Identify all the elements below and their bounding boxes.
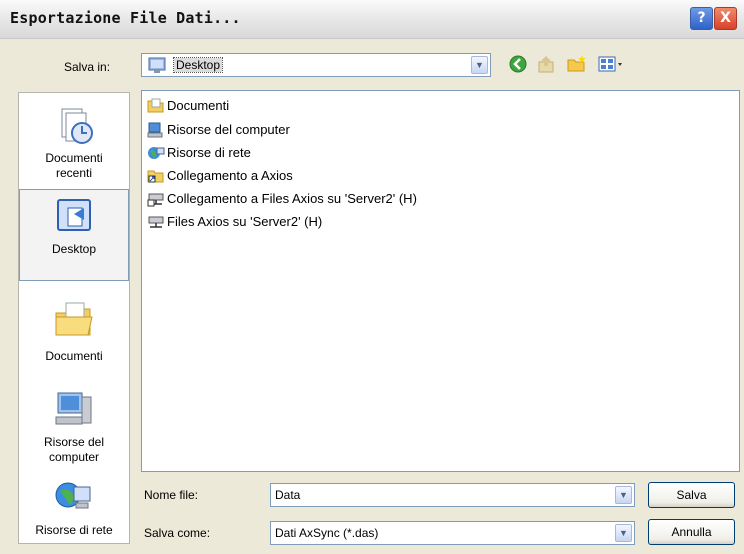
savetype-dropdown[interactable]: Dati AxSync (*.das) ▼ <box>270 521 635 545</box>
file-name: Collegamento a Files Axios su 'Server2' … <box>167 190 417 206</box>
place-label: Desktop <box>51 242 97 256</box>
place-label: Documenti recenti <box>45 151 103 180</box>
file-name: Risorse del computer <box>167 121 290 137</box>
savetype-label: Salva come: <box>144 526 211 540</box>
file-name: Files Axios su 'Server2' (H) <box>167 213 323 229</box>
list-item[interactable]: Documenti <box>147 96 229 114</box>
up-folder-icon[interactable] <box>536 54 558 76</box>
chevron-down-icon[interactable]: ▼ <box>615 524 632 542</box>
new-folder-icon[interactable] <box>566 54 588 76</box>
place-my-computer[interactable]: Risorse del computer <box>19 389 129 465</box>
cancel-button[interactable]: Annulla <box>648 519 735 545</box>
save-in-label: Salva in: <box>64 60 111 74</box>
filename-input[interactable]: Data ▼ <box>270 483 635 507</box>
place-label: Risorse di rete <box>35 523 113 537</box>
documents-folder-icon <box>52 299 96 341</box>
place-documents[interactable]: Documenti <box>19 299 129 364</box>
network-drive-icon <box>147 214 165 230</box>
list-item[interactable]: Files Axios su 'Server2' (H) <box>147 212 322 230</box>
folder-icon <box>147 98 165 114</box>
place-desktop[interactable]: Desktop <box>19 189 129 281</box>
shortcut-icon <box>147 168 165 184</box>
list-item[interactable]: Collegamento a Files Axios su 'Server2' … <box>147 189 417 207</box>
place-network[interactable]: Risorse di rete <box>19 477 129 538</box>
location-dropdown[interactable]: Desktop ▼ <box>141 53 491 77</box>
help-button[interactable]: ? <box>690 7 713 30</box>
savetype-value: Dati AxSync (*.das) <box>275 526 379 540</box>
place-label: Documenti <box>45 349 103 363</box>
save-button[interactable]: Salva <box>648 482 735 508</box>
back-icon[interactable] <box>507 54 529 76</box>
desktop-icon <box>52 196 96 238</box>
file-name: Collegamento a Axios <box>167 167 293 183</box>
view-menu-icon[interactable] <box>596 54 626 76</box>
chevron-down-icon[interactable]: ▼ <box>471 56 488 74</box>
location-value: Desktop <box>172 57 224 73</box>
file-list[interactable]: Documenti Risorse del computer Risorse d… <box>141 90 740 472</box>
window-title: Esportazione File Dati... <box>10 9 241 27</box>
file-name: Documenti <box>167 97 230 113</box>
filename-value: Data <box>275 488 301 502</box>
recent-documents-icon <box>52 105 96 147</box>
filename-label: Nome file: <box>144 488 199 502</box>
chevron-down-icon[interactable]: ▼ <box>615 486 632 504</box>
desktop-icon <box>148 56 166 74</box>
network-drive-icon <box>147 191 165 207</box>
network-icon <box>147 145 165 161</box>
list-item[interactable]: Risorse del computer <box>147 120 290 138</box>
network-icon <box>52 477 96 519</box>
my-computer-icon <box>52 389 96 431</box>
close-button[interactable]: X <box>714 7 737 30</box>
list-item[interactable]: Risorse di rete <box>147 143 251 161</box>
list-item[interactable]: Collegamento a Axios <box>147 166 293 184</box>
places-bar: Documenti recenti Desktop Documenti Riso… <box>18 92 130 544</box>
file-name: Risorse di rete <box>167 144 251 160</box>
place-label: Risorse del computer <box>43 435 105 464</box>
place-recent-documents[interactable]: Documenti recenti <box>19 105 129 181</box>
computer-icon <box>147 122 165 138</box>
